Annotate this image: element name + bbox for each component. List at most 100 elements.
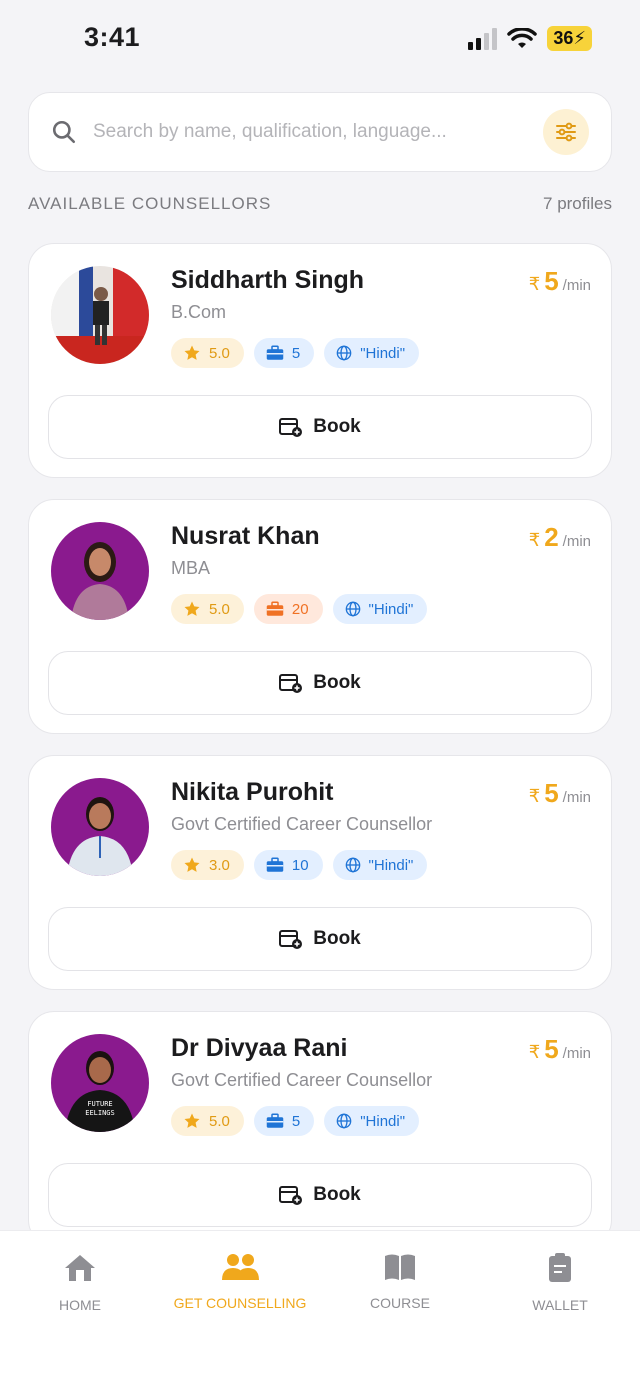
search-input[interactable] bbox=[93, 121, 535, 143]
book-label: Book bbox=[313, 672, 361, 693]
book-button[interactable]: Book bbox=[48, 907, 592, 971]
price: ₹ 5 /min bbox=[529, 1034, 591, 1065]
users-icon bbox=[222, 1254, 259, 1280]
counsellor-qualification: MBA bbox=[171, 558, 211, 578]
filter-button[interactable] bbox=[543, 109, 589, 155]
avatar bbox=[51, 778, 149, 876]
globe-icon bbox=[336, 1113, 352, 1129]
price: ₹ 2 /min bbox=[529, 522, 591, 553]
experience-value: 5 bbox=[291, 1112, 301, 1130]
rating-chip: 5.0 bbox=[171, 338, 244, 368]
language-chip: "Hindi" bbox=[324, 1106, 420, 1136]
language-value: "Hindi" bbox=[368, 856, 414, 874]
book-button[interactable]: Book bbox=[48, 1163, 592, 1227]
price: ₹ 5 /min bbox=[529, 778, 591, 809]
counsellor-name: Nusrat Khan bbox=[171, 522, 320, 550]
language-value: "Hindi" bbox=[360, 1112, 406, 1130]
chips: 5.0 5 "Hindi" bbox=[171, 338, 420, 368]
rating-value: 5.0 bbox=[209, 600, 230, 618]
home-icon bbox=[65, 1255, 95, 1281]
star-icon bbox=[184, 601, 200, 616]
battery-indicator: 36⚡ bbox=[547, 26, 592, 51]
avatar bbox=[51, 266, 149, 364]
experience-chip: 10 bbox=[253, 850, 323, 880]
section-header: AVAILABLE COUNSELLORS 7 profiles bbox=[28, 194, 612, 214]
language-value: "Hindi" bbox=[368, 600, 414, 618]
book-button[interactable]: Book bbox=[48, 395, 592, 459]
globe-icon bbox=[345, 601, 360, 617]
price: ₹ 5 /min bbox=[529, 266, 591, 297]
book-label: Book bbox=[313, 416, 361, 437]
globe-icon bbox=[345, 857, 360, 873]
price-value: 5 bbox=[544, 778, 559, 808]
counsellor-name: Nikita Purohit bbox=[171, 778, 334, 806]
star-icon bbox=[184, 1113, 200, 1128]
svg-text:FUTURE: FUTURE bbox=[87, 1100, 112, 1108]
svg-text:EELINGS: EELINGS bbox=[85, 1109, 115, 1117]
sliders-icon bbox=[556, 122, 576, 142]
counsellor-card[interactable]: FUTURE EELINGS Dr Divyaa Rani Govt Certi… bbox=[28, 1011, 612, 1246]
counsellor-list: Siddharth Singh B.Com ₹ 5 /min 5.0 5 "Hi… bbox=[28, 243, 612, 1267]
book-label: Book bbox=[313, 928, 361, 949]
price-unit: /min bbox=[562, 277, 591, 294]
briefcase-icon bbox=[266, 601, 284, 616]
experience-chip: 5 bbox=[253, 338, 315, 368]
counsellor-card[interactable]: Nusrat Khan MBA ₹ 2 /min 5.0 20 "Hindi" … bbox=[28, 499, 612, 734]
counsellor-name: Dr Divyaa Rani bbox=[171, 1034, 348, 1062]
language-value: "Hindi" bbox=[360, 344, 406, 362]
rating-chip: 5.0 bbox=[171, 1106, 244, 1136]
experience-value: 10 bbox=[291, 856, 309, 874]
star-icon bbox=[184, 345, 200, 360]
experience-chip: 20 bbox=[253, 594, 323, 624]
price-value: 2 bbox=[544, 522, 559, 552]
tab-get-counselling[interactable]: GET COUNSELLING bbox=[160, 1231, 320, 1385]
tab-course[interactable]: COURSE bbox=[320, 1231, 480, 1385]
book-button[interactable]: Book bbox=[48, 651, 592, 715]
bottom-tab-bar: HOME GET COUNSELLING COURSE WALLET bbox=[0, 1230, 640, 1385]
globe-icon bbox=[336, 345, 352, 361]
star-icon bbox=[184, 857, 200, 872]
counsellor-card[interactable]: Siddharth Singh B.Com ₹ 5 /min 5.0 5 "Hi… bbox=[28, 243, 612, 478]
experience-value: 5 bbox=[291, 344, 301, 362]
counsellor-qualification: Govt Certified Career Counsellor bbox=[171, 814, 433, 834]
chips: 5.0 20 "Hindi" bbox=[171, 594, 428, 624]
status-time: 3:41 bbox=[84, 22, 141, 52]
briefcase-icon bbox=[266, 1113, 284, 1128]
experience-value: 20 bbox=[291, 600, 309, 618]
language-chip: "Hindi" bbox=[324, 338, 420, 368]
counsellor-card[interactable]: Nikita Purohit Govt Certified Career Cou… bbox=[28, 755, 612, 990]
price-unit: /min bbox=[562, 1045, 591, 1062]
rupee-symbol: ₹ bbox=[528, 1042, 541, 1062]
search-icon bbox=[52, 120, 76, 144]
price-value: 5 bbox=[544, 266, 559, 296]
rating-chip: 5.0 bbox=[171, 594, 244, 624]
chips: 3.0 10 "Hindi" bbox=[171, 850, 428, 880]
tab-label: COURSE bbox=[370, 1295, 430, 1311]
tab-home[interactable]: HOME bbox=[0, 1231, 160, 1385]
rating-value: 5.0 bbox=[209, 1112, 230, 1130]
tab-wallet[interactable]: WALLET bbox=[480, 1231, 640, 1385]
calendar-add-icon bbox=[279, 674, 303, 693]
avatar: FUTURE EELINGS bbox=[51, 1034, 149, 1132]
tab-label: WALLET bbox=[532, 1297, 588, 1313]
rupee-symbol: ₹ bbox=[528, 786, 541, 806]
signal-icon bbox=[468, 27, 498, 50]
search-bar[interactable] bbox=[28, 92, 612, 172]
calendar-add-icon bbox=[279, 930, 303, 949]
counsellor-qualification: B.Com bbox=[171, 302, 227, 322]
battery-level: 36 bbox=[553, 28, 574, 48]
book-icon bbox=[385, 1254, 415, 1280]
briefcase-icon bbox=[266, 857, 284, 872]
status-icons: 36⚡ bbox=[468, 26, 592, 51]
wallet-icon bbox=[549, 1253, 571, 1282]
language-chip: "Hindi" bbox=[332, 850, 428, 880]
book-label: Book bbox=[313, 1184, 361, 1205]
avatar bbox=[51, 522, 149, 620]
language-chip: "Hindi" bbox=[332, 594, 428, 624]
counsellor-name: Siddharth Singh bbox=[171, 266, 365, 294]
tab-label: HOME bbox=[59, 1297, 101, 1313]
price-unit: /min bbox=[562, 789, 591, 806]
profile-count: 7 profiles bbox=[543, 194, 612, 213]
briefcase-icon bbox=[266, 345, 284, 360]
rating-chip: 3.0 bbox=[171, 850, 244, 880]
